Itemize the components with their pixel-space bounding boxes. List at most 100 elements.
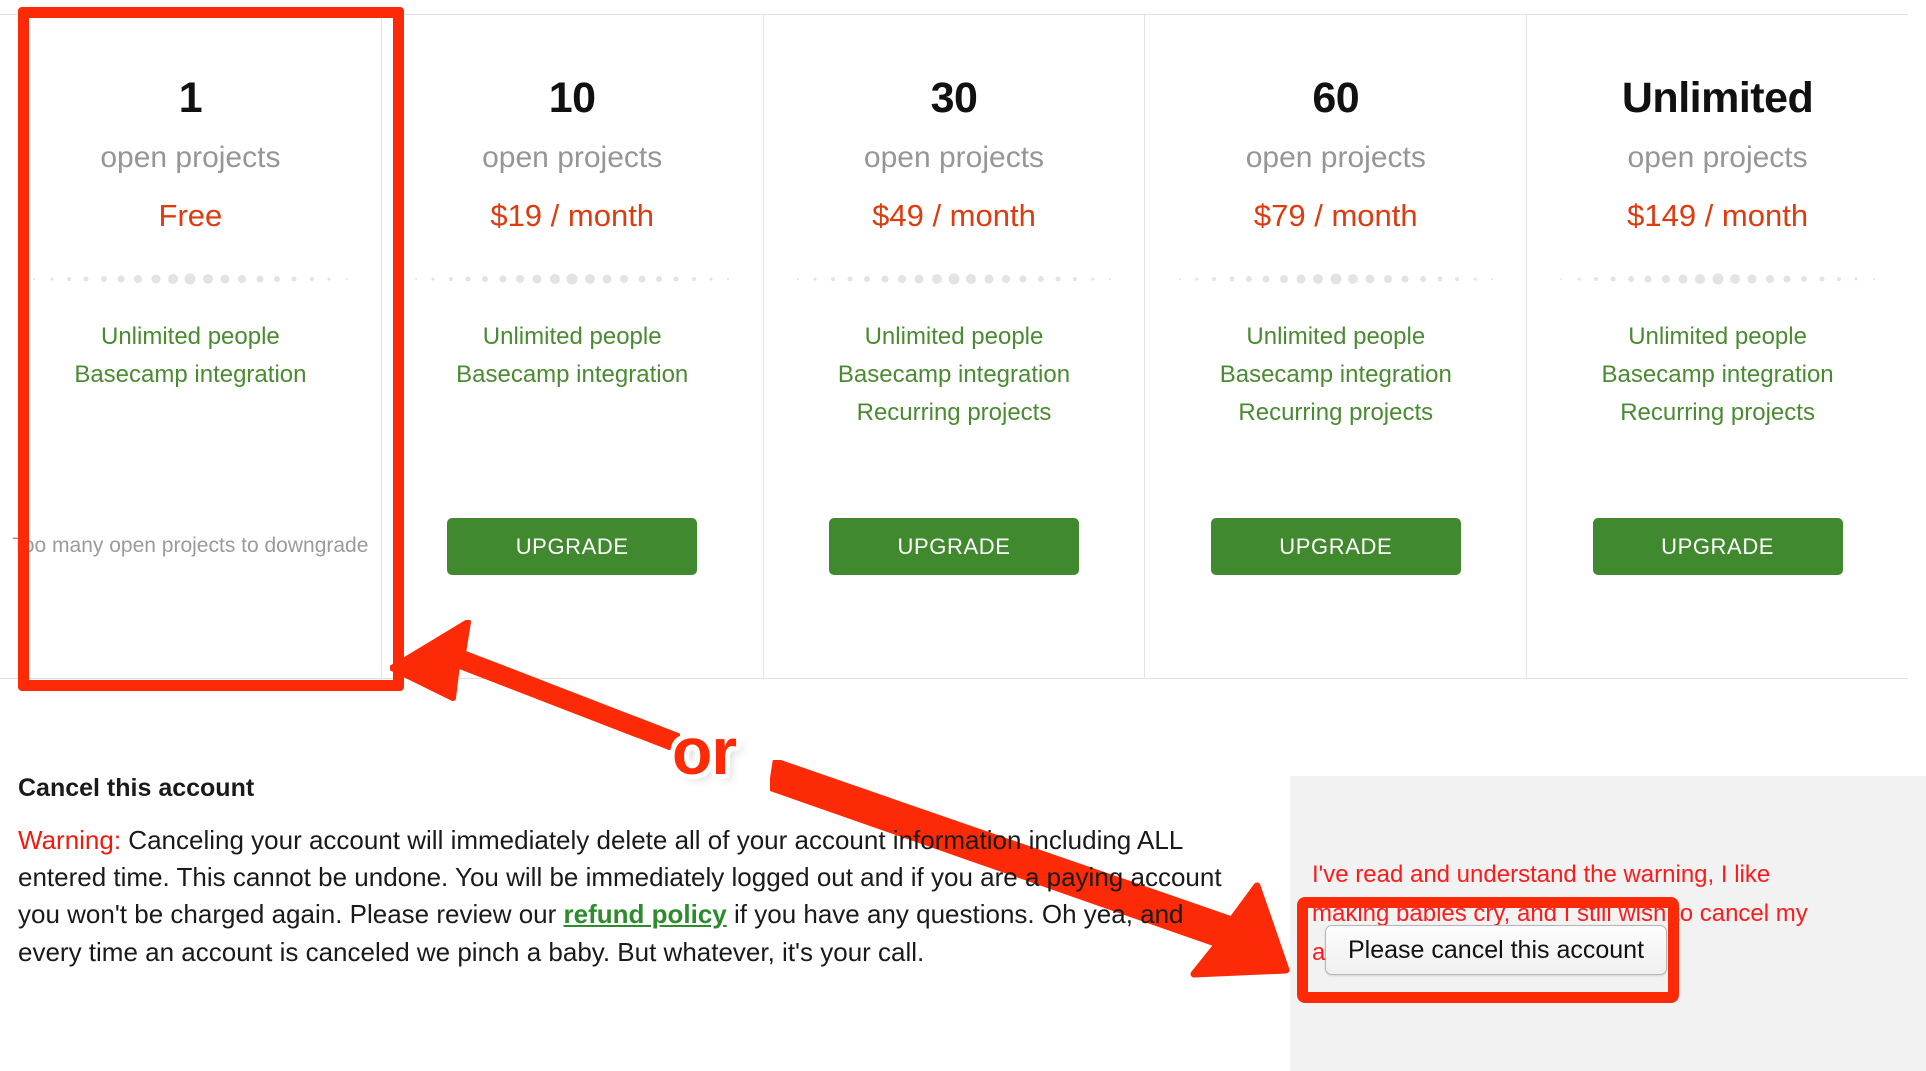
downgrade-note-text: Too many open projects to downgrade [12,534,369,557]
divider-dot [431,277,435,281]
plan-action-area: UPGRADE [1527,503,1908,678]
plan-feature: Basecamp integration [456,360,689,388]
plan-feature: Unlimited people [482,323,662,350]
divider-dot [465,276,471,282]
plan-feature: Basecamp integration [1219,360,1452,388]
plan-feature: Unlimited people [101,323,280,350]
divider-dot [881,275,889,283]
plan-feature: Recurring projects [856,398,1052,426]
divider-dot [1055,276,1061,282]
plan-project-count: 10 [548,74,596,122]
divider-dot [1577,277,1581,281]
divider-dot [482,276,489,282]
divider-dot [274,276,281,282]
divider-dot [415,278,418,280]
divider-dot [1712,273,1724,285]
divider-dot [50,277,54,281]
please-cancel-this-account-button[interactable]: Please cancel this account [1325,925,1668,975]
cancel-warning-paragraph: Warning: Canceling your account will imm… [18,822,1228,971]
pricing-plan-card-unlimited[interactable]: Unlimited open projects $149 / month Unl… [1526,15,1908,678]
divider-dot [620,275,629,283]
divider-dot [897,275,906,283]
divider-dot [151,274,161,284]
divider-dot [691,277,696,281]
divider-dot [638,275,646,283]
plan-project-count: 1 [178,74,203,122]
divider-dot [184,273,196,285]
plan-feature: Unlimited people [1246,323,1426,350]
divider-dot [1313,274,1324,284]
dotted-divider-icon [33,272,348,286]
dotted-divider-icon [1178,272,1493,286]
divider-dot [1627,276,1634,282]
divider-dot [448,277,453,281]
plan-unit-label: open projects [1245,141,1426,174]
plan-feature-list: Unlimited people Basecamp integration Re… [1602,318,1834,432]
divider-dot [516,275,525,283]
divider-dot [1019,275,1027,283]
plan-feature: Basecamp integration [837,360,1071,388]
divider-dot [1678,274,1688,284]
divider-dot [1109,278,1112,280]
divider-dot [1729,274,1740,284]
divider-dot [966,274,977,284]
plan-price: $19 / month [490,198,655,233]
plan-feature: Unlimited people [864,323,1044,350]
upgrade-button[interactable]: UPGRADE [1210,518,1461,575]
divider-dot [100,276,107,282]
divider-dot [830,277,835,281]
divider-dot [1490,278,1493,280]
refund-policy-link[interactable]: refund policy [564,899,727,929]
warning-label: Warning: [18,825,122,855]
divider-dot [1837,277,1841,281]
divider-dot [1437,276,1443,282]
divider-dot [499,275,507,283]
pricing-plan-card-30[interactable]: 30 open projects $49 / month Unlimited p… [762,15,1145,678]
divider-dot [1178,278,1181,280]
pricing-plan-card-10[interactable]: 10 open projects $19 / month Unlimited p… [380,15,763,678]
divider-dot [33,278,36,280]
dotted-divider-icon [415,272,730,286]
divider-dot [584,274,595,284]
plan-unit-label: open projects [482,141,663,174]
divider-dot [327,277,331,281]
divider-dot [602,274,612,284]
plan-feature-list: Unlimited people Basecamp integration Re… [1220,318,1452,432]
plan-feature: Recurring projects [1620,398,1815,426]
pricing-plan-card-60[interactable]: 60 open projects $79 / month Unlimited p… [1144,15,1526,678]
plan-project-count: 60 [1312,74,1360,122]
divider-dot [1661,275,1670,283]
divider-dot [532,274,542,284]
divider-dot [1765,275,1774,283]
plan-price: $49 / month [872,198,1036,233]
divider-dot [984,274,994,284]
upgrade-button[interactable]: UPGRADE [828,518,1079,575]
divider-dot [549,274,560,284]
cancel-account-section: Cancel this account Warning: Canceling y… [18,776,1248,971]
plan-feature: Basecamp integration [1601,360,1834,388]
dotted-divider-icon [796,272,1112,286]
divider-dot [1747,274,1757,284]
dotted-divider-icon [1560,272,1875,286]
divider-dot [1610,276,1616,282]
divider-dot [309,277,314,281]
divider-dot [1695,274,1706,284]
upgrade-button[interactable]: UPGRADE [447,518,698,575]
divider-dot [931,274,942,284]
pricing-plans-table: 1 open projects Free Unlimited people Ba… [0,14,1908,679]
divider-dot [796,278,799,280]
divider-dot [117,275,125,283]
divider-dot [1246,276,1253,282]
divider-dot [134,275,143,283]
divider-dot [238,275,247,283]
pricing-plan-card-free[interactable]: 1 open projects Free Unlimited people Ba… [0,15,381,678]
divider-dot [1819,276,1825,282]
upgrade-button[interactable]: UPGRADE [1592,518,1843,575]
plan-price: $79 / month [1253,198,1418,233]
divider-dot [1002,275,1011,283]
plan-action-area: UPGRADE [382,503,763,678]
divider-dot [1560,278,1563,280]
cancel-confirmation-panel: I've read and understand the warning, I … [1290,776,1926,1071]
divider-dot [1330,273,1342,285]
divider-dot [1383,275,1392,283]
